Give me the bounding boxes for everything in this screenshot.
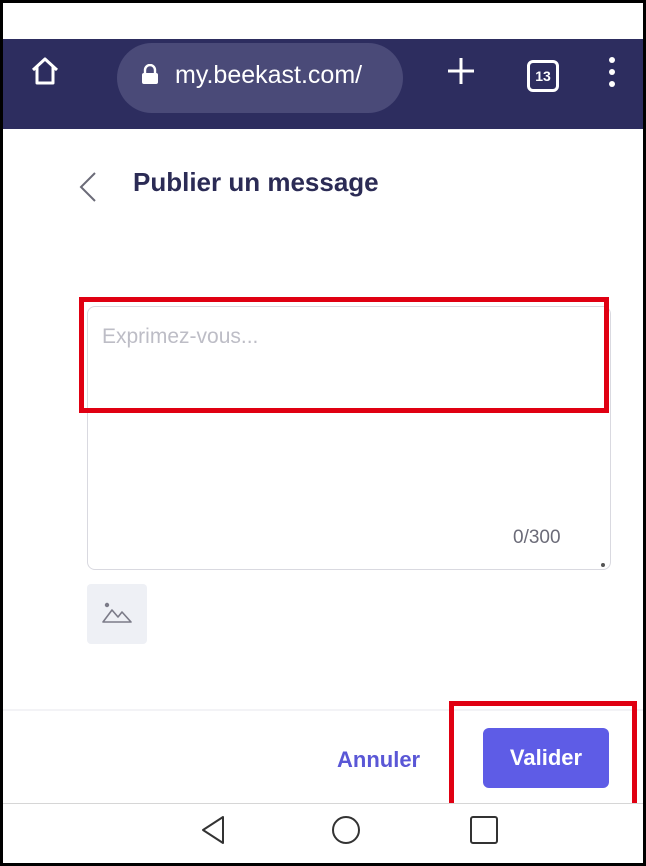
image-icon [102,602,132,623]
overflow-menu-icon[interactable] [609,57,617,93]
highlight-box-textarea [79,297,609,413]
nav-recents-icon[interactable] [469,815,499,845]
tab-switcher-icon[interactable]: 13 [527,60,559,92]
url-text[interactable]: my.beekast.com/ [175,55,399,95]
android-nav-bar [3,804,643,863]
screen-frame: my.beekast.com/ 13 Publier un message Ex… [0,0,646,866]
chevron-left-icon[interactable] [77,171,99,203]
resize-handle[interactable] [601,563,605,567]
lock-icon [142,64,158,84]
home-icon[interactable] [29,55,61,87]
highlight-box-submit [449,701,637,811]
nav-back-icon[interactable] [199,814,227,846]
character-counter: 0/300 [513,527,561,548]
add-image-button[interactable] [87,584,147,644]
cancel-button[interactable]: Annuler [337,747,420,773]
nav-home-icon[interactable] [331,815,361,845]
page-title: Publier un message [133,167,379,197]
new-tab-plus-icon[interactable] [446,56,476,86]
